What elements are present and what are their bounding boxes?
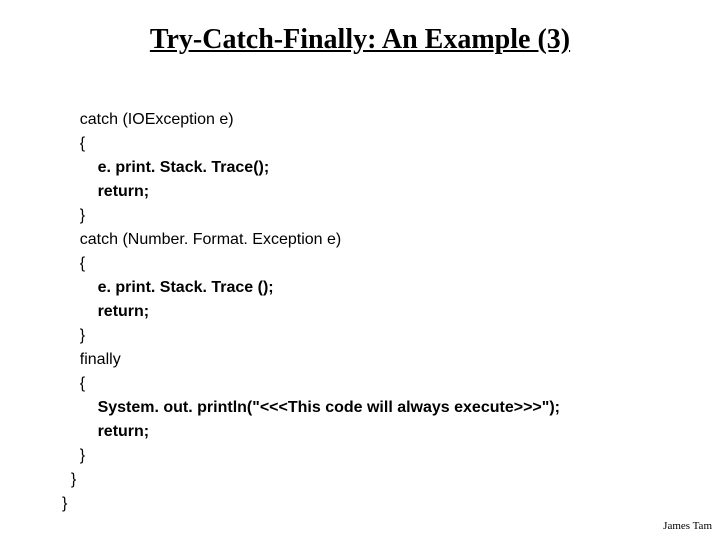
code-line: return; bbox=[62, 303, 149, 320]
footer-author: James Tam bbox=[663, 520, 712, 532]
code-line: e. print. Stack. Trace (); bbox=[62, 279, 274, 296]
code-line: } bbox=[62, 327, 85, 344]
slide: Try-Catch-Finally: An Example (3) catch … bbox=[0, 0, 720, 540]
code-line: System. out. println("<<<This code will … bbox=[62, 399, 560, 416]
code-line: catch (Number. Format. Exception e) bbox=[62, 231, 341, 248]
code-block: catch (IOException e) { e. print. Stack.… bbox=[62, 84, 690, 540]
code-line: return; bbox=[62, 423, 149, 440]
code-line: catch (IOException e) bbox=[62, 111, 234, 128]
code-line: finally bbox=[62, 351, 121, 368]
code-line: } bbox=[62, 471, 76, 488]
slide-title: Try-Catch-Finally: An Example (3) bbox=[0, 24, 720, 56]
code-line: } bbox=[62, 447, 85, 464]
code-line: return; bbox=[62, 183, 149, 200]
code-line: } bbox=[62, 495, 67, 512]
code-line: e. print. Stack. Trace(); bbox=[62, 159, 269, 176]
code-line: { bbox=[62, 375, 85, 392]
code-line: { bbox=[62, 135, 85, 152]
code-line: { bbox=[62, 255, 85, 272]
code-line: } bbox=[62, 207, 85, 224]
